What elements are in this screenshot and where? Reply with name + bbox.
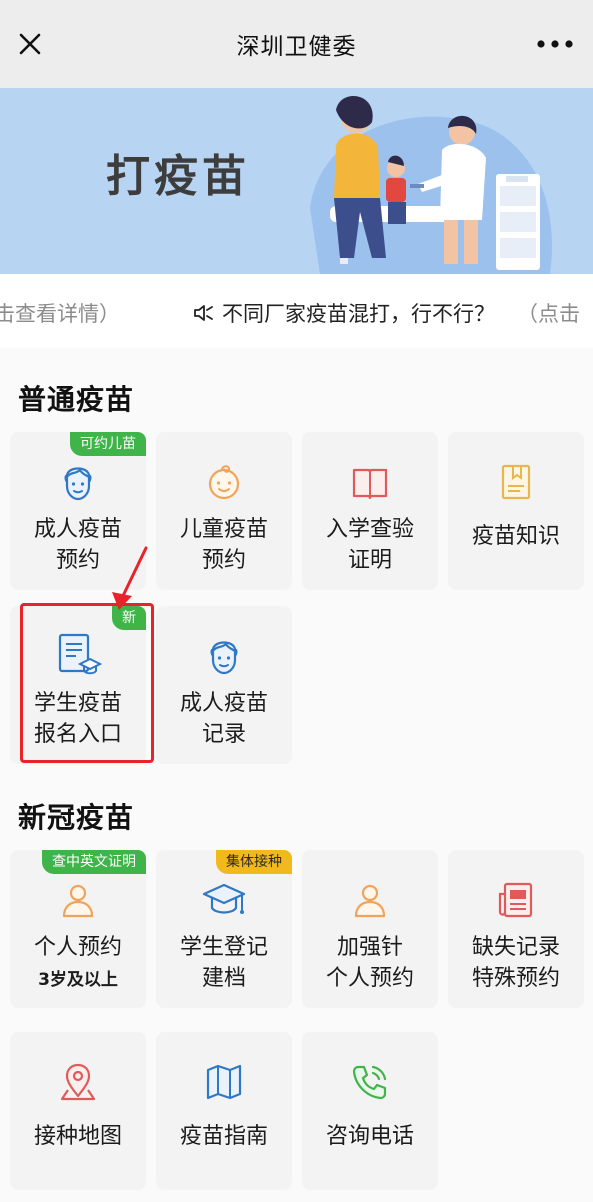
person-icon [354,884,386,918]
badge-child-available: 可约儿苗 [70,432,146,456]
tile-label: 咨询电话 [325,1124,414,1149]
highlight-box [20,603,154,763]
tile-student-registration[interactable]: 集体接种 学生登记 建档 [156,850,292,1008]
phone-icon [352,1065,387,1100]
tile-label: 特殊预约 [471,966,560,991]
tile-booster-booking[interactable]: 加强针 个人预约 [302,850,438,1008]
red-arrow-icon [112,546,148,610]
banner-title: 打疫苗 [106,151,250,202]
tile-label: 学生登记 [179,935,268,960]
tile-label: 预约 [201,548,246,573]
more-dots-icon[interactable] [533,34,577,54]
tile-label: 建档 [201,966,246,991]
newspaper-icon [498,882,533,918]
notice-ticker[interactable]: 击查看详情） 不同厂家疫苗混打，行不行？ （点击 [0,274,593,348]
tile-label: 缺失记录 [471,935,560,960]
tile-label: 疫苗知识 [471,524,560,549]
tile-vaccine-knowledge[interactable]: 疫苗知识 [448,432,584,590]
notice-click-hint: （点击 [517,302,580,326]
notice-message[interactable]: 不同厂家疫苗混打，行不行？ [222,298,495,328]
tile-missing-records[interactable]: 缺失记录 特殊预约 [448,850,584,1008]
notice-prev-tail: 击查看详情） [0,302,120,326]
person-icon [62,884,94,918]
graduation-cap-icon [202,883,246,914]
tile-adult-vaccine-records[interactable]: 成人疫苗 记录 [156,606,292,764]
badge-group-vaccination: 集体接种 [216,850,292,874]
vaccination-illustration [310,96,552,274]
section-title-common: 普通疫苗 [18,383,135,416]
bookmark-book-icon [501,464,531,500]
tile-sublabel: 3岁及以上 [38,970,118,990]
folded-map-icon [206,1064,242,1100]
tile-label: 儿童疫苗 [179,517,268,542]
tile-personal-booking[interactable]: 查中英文证明 个人预约 3岁及以上 [10,850,146,1008]
tile-label: 接种地图 [33,1124,122,1149]
adult-face-icon [64,467,92,501]
tile-label: 个人预约 [325,966,414,991]
section-title-covid: 新冠疫苗 [18,801,135,834]
tile-label: 成人疫苗 [179,691,268,716]
tile-label: 个人预约 [33,935,122,960]
tile-hotline[interactable]: 咨询电话 [302,1032,438,1190]
top-nav-bar: 深圳卫健委 [0,0,593,88]
badge-certificate-lookup: 查中英文证明 [42,850,146,874]
page-title: 深圳卫健委 [236,34,357,60]
child-face-icon [208,465,240,500]
tile-vaccination-map[interactable]: 接种地图 [10,1032,146,1190]
open-book-icon [352,468,388,500]
tile-label: 疫苗指南 [179,1124,268,1149]
tile-vaccine-guide[interactable]: 疫苗指南 [156,1032,292,1190]
tile-school-verification[interactable]: 入学查验 证明 [302,432,438,590]
tile-label: 证明 [347,548,392,573]
tile-label: 成人疫苗 [33,517,122,542]
close-icon[interactable] [10,24,50,64]
tile-child-vaccine-booking[interactable]: 儿童疫苗 预约 [156,432,292,590]
speaker-icon [194,305,213,321]
map-pin-icon [60,1063,96,1101]
tile-label: 入学查验 [325,517,414,542]
adult-face-icon [210,641,238,675]
tile-label: 加强针 [336,935,403,960]
vaccination-banner: 打疫苗 [0,88,593,274]
tile-label: 记录 [201,722,246,747]
